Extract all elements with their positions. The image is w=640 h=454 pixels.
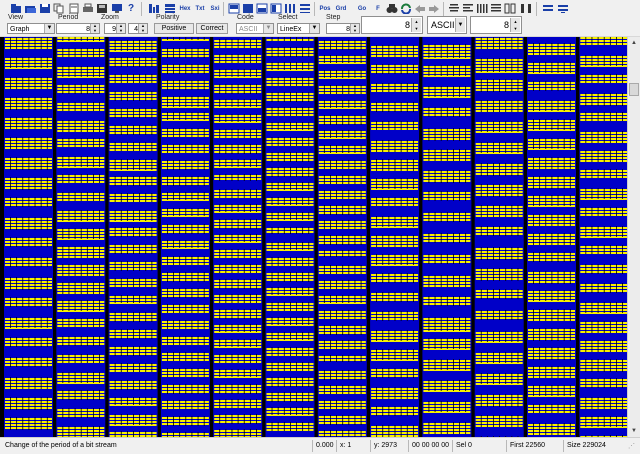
bit-column <box>56 37 106 437</box>
spin-arrows-icon[interactable]: ▲ ▼ <box>116 23 125 33</box>
value-input-text: 8 <box>404 20 410 30</box>
status-value: 0.000 <box>312 440 336 452</box>
code-select[interactable]: ASCII ▼ <box>236 23 274 34</box>
zoom-y-stepper[interactable]: 4 ▲ ▼ <box>128 23 148 34</box>
select-label: Select <box>278 14 298 21</box>
scroll-down-icon[interactable]: ▼ <box>629 426 639 436</box>
bit-column <box>317 37 367 437</box>
view-new-icon[interactable] <box>541 2 555 15</box>
view-select[interactable]: Graph ▼ <box>7 23 55 34</box>
bitstream-view[interactable] <box>0 37 627 437</box>
back-arrow-icon[interactable] <box>413 2 427 15</box>
bit-column <box>474 37 524 437</box>
status-selection: Sel 0 <box>452 440 504 452</box>
select-mode-value: LineEx <box>280 26 302 33</box>
chevron-down-icon: ▼ <box>44 24 54 33</box>
scroll-thumb[interactable] <box>629 83 639 96</box>
bit-column <box>527 37 576 437</box>
status-bar: Change of the period of a bit stream 0.0… <box>0 437 640 454</box>
view-select-value: Graph <box>10 26 30 33</box>
bit-column <box>579 37 627 437</box>
code-label: Code <box>237 14 254 21</box>
encoding-select[interactable]: ASCII ▼ <box>427 16 467 34</box>
help-icon[interactable]: ? <box>124 2 138 15</box>
positive-button[interactable]: Positive <box>154 23 194 34</box>
bit-column <box>108 37 158 437</box>
toolbar-separator <box>536 2 537 16</box>
go-button[interactable]: Go <box>355 2 369 15</box>
layout-3-icon[interactable] <box>255 2 269 15</box>
step-label: Step <box>326 14 341 21</box>
open-folder-icon[interactable] <box>23 2 37 15</box>
resize-grip-icon[interactable]: ⋰ <box>628 442 638 452</box>
scroll-up-icon[interactable]: ▲ <box>629 38 639 48</box>
width-input-text: 8 <box>503 20 509 30</box>
period-stepper[interactable]: 8 ▲ ▼ <box>56 23 100 34</box>
spin-arrows-icon[interactable]: ▲ ▼ <box>90 23 99 33</box>
status-bytes: 00 00 00 00 <box>408 440 450 452</box>
bit-column <box>160 37 210 437</box>
bit-grid <box>4 37 627 437</box>
justify-icon[interactable] <box>489 2 503 15</box>
toolbar-separator <box>141 2 142 16</box>
period-label: Period <box>58 14 79 21</box>
bit-column <box>265 37 315 437</box>
rows-icon[interactable] <box>298 2 312 15</box>
find-button[interactable]: F <box>371 2 385 15</box>
zoom-x-stepper[interactable]: 9 ▲ ▼ <box>104 23 126 34</box>
toolbar-separator <box>314 2 315 16</box>
spin-arrows-icon[interactable]: ▲ ▼ <box>510 18 520 32</box>
align-lines-icon[interactable] <box>461 2 475 15</box>
chevron-down-icon: ▼ <box>455 18 465 32</box>
polarity-label: Polarity <box>156 14 180 21</box>
toolbar-icon-row: ? Hex Txt Sxi Pos Grd Go F <box>0 0 640 17</box>
correct-button[interactable]: Correct <box>196 23 228 34</box>
txt-button[interactable]: Txt <box>193 2 207 15</box>
chevron-down-icon: ▼ <box>263 24 273 33</box>
toolbar-separator <box>443 2 444 16</box>
bit-column <box>213 37 263 437</box>
value-input[interactable]: 8 ▲ ▼ <box>361 16 423 34</box>
chevron-down-icon: ▼ <box>309 24 319 33</box>
zoom-label: Zoom <box>101 14 119 21</box>
step-stepper[interactable]: 8 ▲ ▼ <box>326 23 360 34</box>
code-select-value: ASCII <box>239 26 258 33</box>
width-icon[interactable] <box>519 2 533 15</box>
status-size: Size 229024 <box>563 440 627 452</box>
align-center-icon[interactable] <box>447 2 461 15</box>
encoding-select-value: ASCII <box>431 20 455 30</box>
split-icon[interactable] <box>503 2 517 15</box>
forward-arrow-icon[interactable] <box>427 2 441 15</box>
status-x: x: 1 <box>336 440 369 452</box>
toolbar-separator <box>223 2 224 16</box>
bit-column <box>4 37 53 437</box>
bit-column <box>370 37 420 437</box>
view-now-icon[interactable] <box>556 2 570 15</box>
status-first: First 22560 <box>506 440 562 452</box>
spin-arrows-icon[interactable]: ▲ ▼ <box>138 23 147 33</box>
print-icon[interactable] <box>81 2 95 15</box>
toolbar: ? Hex Txt Sxi Pos Grd Go F View Graph ▼ … <box>0 0 640 37</box>
binoculars-icon[interactable] <box>385 2 399 15</box>
spin-arrows-icon[interactable]: ▲ ▼ <box>350 23 359 33</box>
select-mode-select[interactable]: LineEx ▼ <box>277 23 320 34</box>
status-y: y: 2973 <box>370 440 408 452</box>
save-icon[interactable] <box>38 2 52 15</box>
width-input[interactable]: 8 ▲ ▼ <box>470 16 522 34</box>
vertical-scrollbar[interactable]: ▲ ▼ <box>627 37 640 437</box>
hex-button[interactable]: Hex <box>178 2 192 15</box>
sxi-button[interactable]: Sxi <box>208 2 222 15</box>
view-label: View <box>8 14 24 21</box>
spin-arrows-icon[interactable]: ▲ ▼ <box>411 18 421 32</box>
status-message: Change of the period of a bit stream <box>5 442 117 449</box>
vertical-bars-icon[interactable] <box>475 2 489 15</box>
bit-column <box>422 37 472 437</box>
recycle-icon[interactable] <box>399 2 413 15</box>
